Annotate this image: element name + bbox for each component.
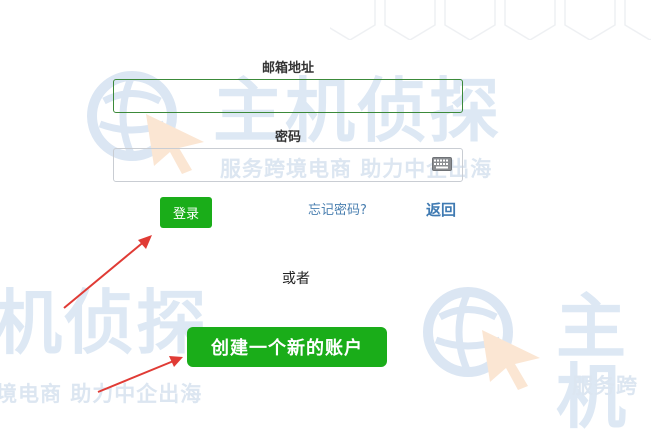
password-input[interactable] [113, 148, 463, 182]
login-button[interactable]: 登录 [160, 197, 212, 228]
email-label: 邮箱地址 [261, 61, 314, 76]
password-label: 密码 [274, 130, 301, 145]
watermark-slogan-left: 境电商 助力中企出海 [0, 382, 203, 406]
watermark-slogan-right: 服务跨 [572, 374, 638, 398]
create-account-button[interactable]: 创建一个新的账户 [187, 327, 387, 367]
email-input[interactable] [113, 79, 463, 113]
arrow-to-login-icon [63, 235, 152, 309]
forgot-password-link[interactable]: 忘记密码? [308, 199, 367, 218]
watermark-brand-right: 主机 [556, 286, 628, 438]
hexagon-pattern [330, 0, 651, 40]
keyboard-icon[interactable] [432, 157, 452, 171]
arrow-to-create-icon [97, 356, 183, 393]
or-divider-text: 或者 [282, 271, 310, 287]
back-link[interactable]: 返回 [426, 199, 456, 220]
watermark-logo-right-icon [423, 287, 540, 390]
watermark-brand-left: 机侦探 [0, 282, 208, 364]
